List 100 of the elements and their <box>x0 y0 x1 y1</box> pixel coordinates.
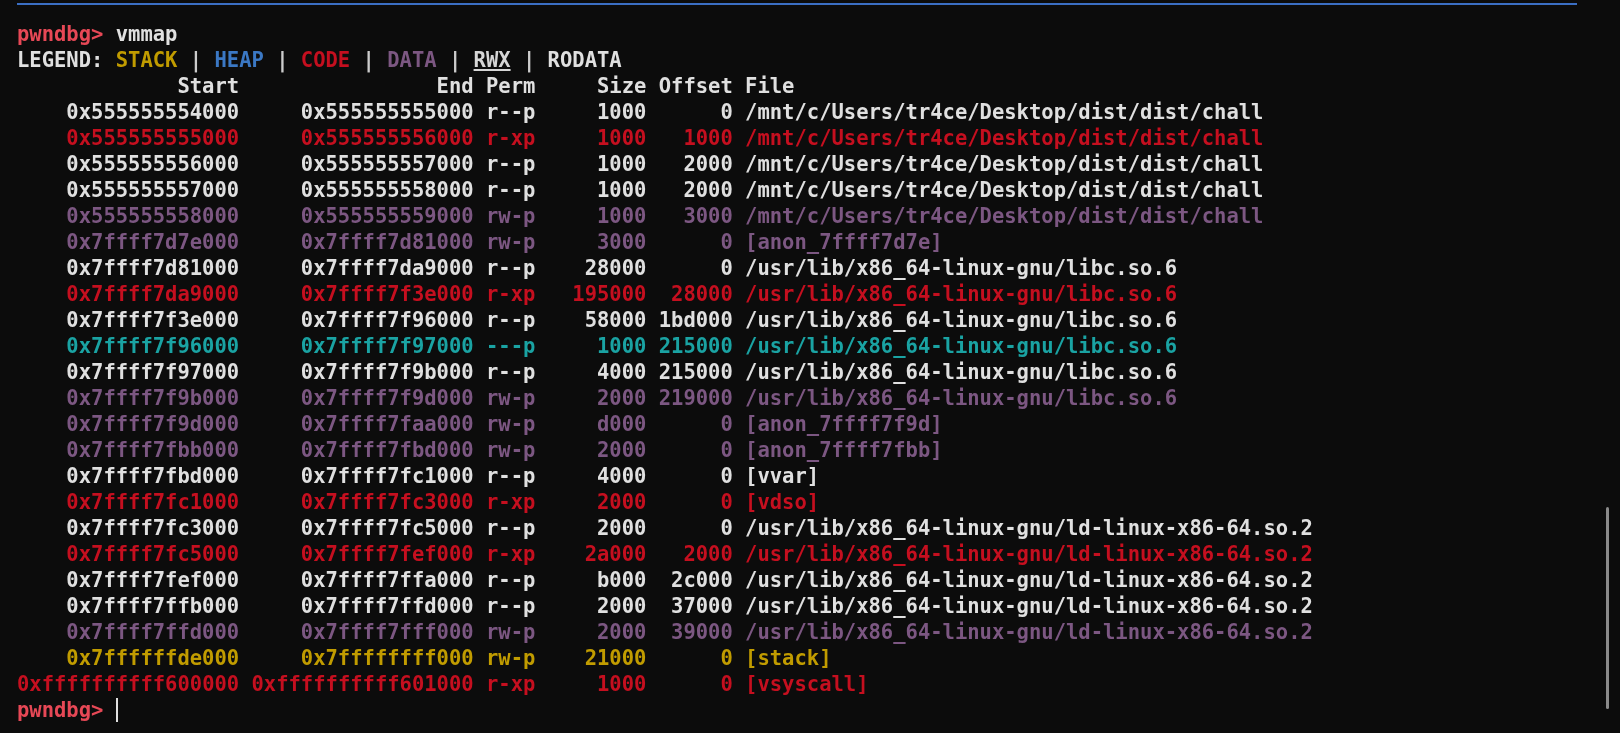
offset-value: 0 <box>719 229 733 255</box>
offset-value: 0 <box>719 437 733 463</box>
command-text: vmmap <box>115 21 178 47</box>
permissions: rw-p <box>485 203 536 229</box>
end-address: 0x7ffff7fbd000 <box>299 437 474 463</box>
file-path: /mnt/c/Users/tr4ce/Desktop/dist/dist/chall <box>745 203 1265 229</box>
end-address: 0x7ffff7fff000 <box>299 619 474 645</box>
file-path: [anon_7ffff7fbb] <box>745 437 944 463</box>
end-address: 0x7ffff7f96000 <box>299 307 474 333</box>
size-value: 2000 <box>596 385 647 411</box>
permissions: r--p <box>485 177 536 203</box>
text-cursor <box>115 698 118 722</box>
legend-item: STACK <box>115 47 178 73</box>
size-value: 3000 <box>596 229 647 255</box>
separator-text: | <box>448 47 462 73</box>
start-address: 0x7ffff7f97000 <box>65 359 240 385</box>
separator-text: | <box>362 47 375 73</box>
permissions: r--p <box>485 567 536 593</box>
end-address: 0x7ffff7ffa000 <box>299 567 474 593</box>
start-address: 0x7ffff7fef000 <box>65 567 240 593</box>
permissions: rw-p <box>485 437 536 463</box>
start-address: 0x7ffff7ffd000 <box>65 619 240 645</box>
start-address: 0x7ffff7d81000 <box>65 255 240 281</box>
file-path: /usr/lib/x86_64-linux-gnu/ld-linux-x86-64.so.2 <box>745 541 1314 567</box>
permissions: r-xp <box>485 281 536 307</box>
end-address: 0x7ffff7fc1000 <box>299 463 474 489</box>
offset-value: 2000 <box>682 541 733 567</box>
permissions: rw-p <box>485 619 536 645</box>
column-header: File <box>745 73 796 99</box>
end-address: 0x7ffff7f97000 <box>299 333 474 359</box>
file-path: [vdso] <box>745 489 821 515</box>
start-address: 0x7ffff7fc1000 <box>65 489 240 515</box>
end-address: 0x7ffffffff000 <box>299 645 474 671</box>
file-path: /usr/lib/x86_64-linux-gnu/ld-linux-x86-64.so.2 <box>745 567 1314 593</box>
size-value: 2000 <box>596 489 647 515</box>
file-path: /usr/lib/x86_64-linux-gnu/libc.so.6 <box>745 255 1179 281</box>
end-address: 0x7ffff7fef000 <box>299 541 474 567</box>
file-path: /mnt/c/Users/tr4ce/Desktop/dist/dist/chall <box>745 177 1265 203</box>
start-address: 0x555555558000 <box>65 203 240 229</box>
end-address: 0x555555556000 <box>299 125 474 151</box>
offset-value: 39000 <box>670 619 733 645</box>
start-address: 0x7ffff7d7e000 <box>65 229 240 255</box>
start-address: 0x555555554000 <box>65 99 240 125</box>
permissions: r--p <box>485 307 536 333</box>
file-path: [vsyscall] <box>745 671 870 697</box>
start-address: 0x7ffff7fc5000 <box>65 541 240 567</box>
end-address: 0x7ffff7f3e000 <box>299 281 474 307</box>
start-address: 0x7ffff7da9000 <box>65 281 240 307</box>
offset-value: 2000 <box>682 151 733 177</box>
permissions: r--p <box>485 515 536 541</box>
file-path: [anon_7ffff7d7e] <box>745 229 944 255</box>
file-path: [stack] <box>745 645 833 671</box>
offset-value: 0 <box>719 515 733 541</box>
permissions: r--p <box>485 151 536 177</box>
offset-value: 3000 <box>682 203 733 229</box>
file-path: /mnt/c/Users/tr4ce/Desktop/dist/dist/chall <box>745 151 1265 177</box>
size-value: 195000 <box>571 281 647 307</box>
separator-text: | <box>276 47 289 73</box>
start-address: 0x555555556000 <box>65 151 240 177</box>
size-value: 1000 <box>596 151 647 177</box>
separator-text: | <box>522 47 536 73</box>
size-value: 28000 <box>583 255 647 281</box>
file-path: /usr/lib/x86_64-linux-gnu/libc.so.6 <box>745 307 1179 333</box>
end-address: 0x7ffff7d81000 <box>299 229 474 255</box>
file-path: /usr/lib/x86_64-linux-gnu/ld-linux-x86-64.so.2 <box>745 593 1314 619</box>
end-address: 0x7ffff7f9b000 <box>299 359 474 385</box>
end-address: 0x7ffff7f9d000 <box>299 385 474 411</box>
start-address: 0x7ffff7ffb000 <box>65 593 240 619</box>
column-header: Perm <box>485 73 536 99</box>
separator-text: | <box>189 47 203 73</box>
file-path: /usr/lib/x86_64-linux-gnu/libc.so.6 <box>745 281 1179 307</box>
file-path: [anon_7ffff7f9d] <box>745 411 944 437</box>
offset-value: 0 <box>719 255 733 281</box>
start-address: 0x555555557000 <box>65 177 240 203</box>
column-header: Size <box>596 73 647 99</box>
permissions: r--p <box>485 99 536 125</box>
offset-value: 0 <box>719 671 733 697</box>
size-value: 2000 <box>596 515 647 541</box>
start-address: 0xffffffffff600000 <box>17 671 240 697</box>
file-path: /usr/lib/x86_64-linux-gnu/libc.so.6 <box>745 359 1179 385</box>
scrollbar[interactable] <box>1606 507 1609 709</box>
permissions: r-xp <box>485 125 536 151</box>
file-path: /usr/lib/x86_64-linux-gnu/ld-linux-x86-64.so.2 <box>745 619 1314 645</box>
legend-label: LEGEND: <box>17 47 104 73</box>
size-value: 4000 <box>596 359 647 385</box>
prompt: pwndbg> <box>17 21 104 47</box>
start-address: 0x555555555000 <box>65 125 240 151</box>
file-path: /mnt/c/Users/tr4ce/Desktop/dist/dist/chall <box>745 99 1265 125</box>
permissions: r--p <box>485 593 536 619</box>
offset-value: 0 <box>719 99 733 125</box>
file-path: /mnt/c/Users/tr4ce/Desktop/dist/dist/chall <box>745 125 1265 151</box>
legend-item: RODATA <box>547 47 622 73</box>
offset-value: 0 <box>719 645 733 671</box>
start-address: 0x7ffff7f9b000 <box>65 385 240 411</box>
size-value: 1000 <box>596 177 647 203</box>
size-value: b000 <box>596 567 647 593</box>
offset-value: 1000 <box>682 125 733 151</box>
permissions: r-xp <box>485 541 536 567</box>
permissions: rw-p <box>485 411 536 437</box>
end-address: 0xffffffffff601000 <box>251 671 474 697</box>
